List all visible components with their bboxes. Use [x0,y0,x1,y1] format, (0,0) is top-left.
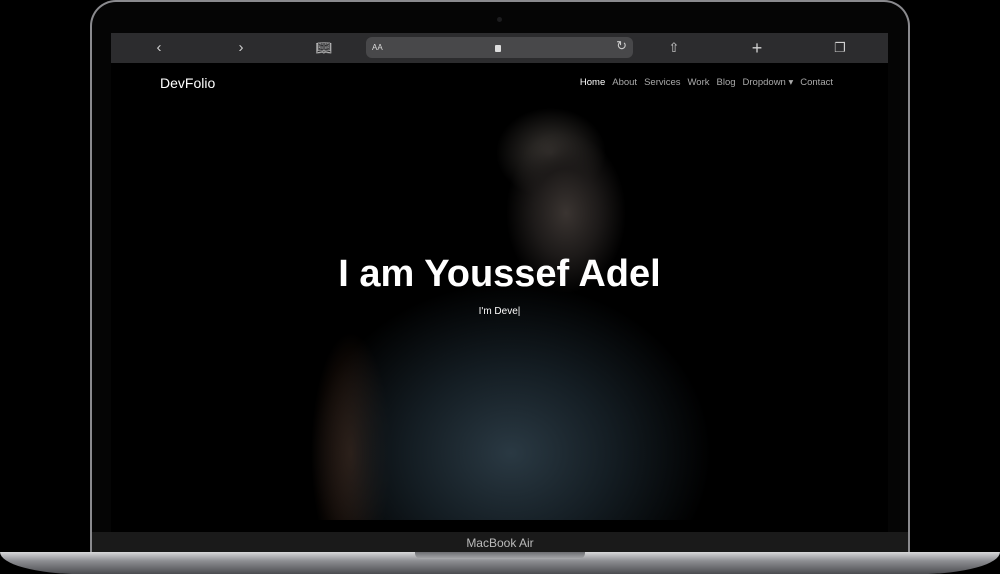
hero-section: I am Youssef Adel I'm Deve| [111,103,888,520]
reload-icon[interactable]: ↻ [616,38,627,54]
hero-title: I am Youssef Adel [338,253,661,295]
nav-home[interactable]: Home [580,77,605,88]
screen: ‹ › 📖︎ AA ↻ ⇧ + ❐ DevFolio Home About Se… [111,33,888,532]
nav-menu: Home About Services Work Blog Dropdown ▾… [580,77,833,88]
chevron-right-icon[interactable]: › [231,38,251,58]
nav-blog[interactable]: Blog [717,77,736,88]
safari-toolbar: ‹ › 📖︎ AA ↻ ⇧ + ❐ [111,33,888,63]
nav-about[interactable]: About [612,77,637,88]
hero-subtitle: I'm Deve| [478,306,521,317]
share-icon[interactable]: ⇧ [664,38,684,58]
nav-services[interactable]: Services [644,77,680,88]
tabs-icon[interactable]: ❐ [830,38,850,58]
text-size-button[interactable]: AA [372,43,383,52]
address-bar[interactable]: AA ↻ [366,37,633,58]
nav-contact[interactable]: Contact [800,77,833,88]
laptop-notch [415,552,585,559]
book-icon[interactable]: 📖︎ [314,38,334,58]
device-label: MacBook Air [92,532,908,554]
chevron-left-icon[interactable]: ‹ [149,38,169,58]
plus-icon[interactable]: + [747,38,767,58]
lock-icon [495,45,501,52]
nav-dropdown[interactable]: Dropdown ▾ [743,77,794,88]
site-brand[interactable]: DevFolio [160,75,215,91]
site-navbar: DevFolio Home About Services Work Blog D… [111,63,888,103]
camera-icon [497,17,502,22]
nav-work[interactable]: Work [688,77,710,88]
